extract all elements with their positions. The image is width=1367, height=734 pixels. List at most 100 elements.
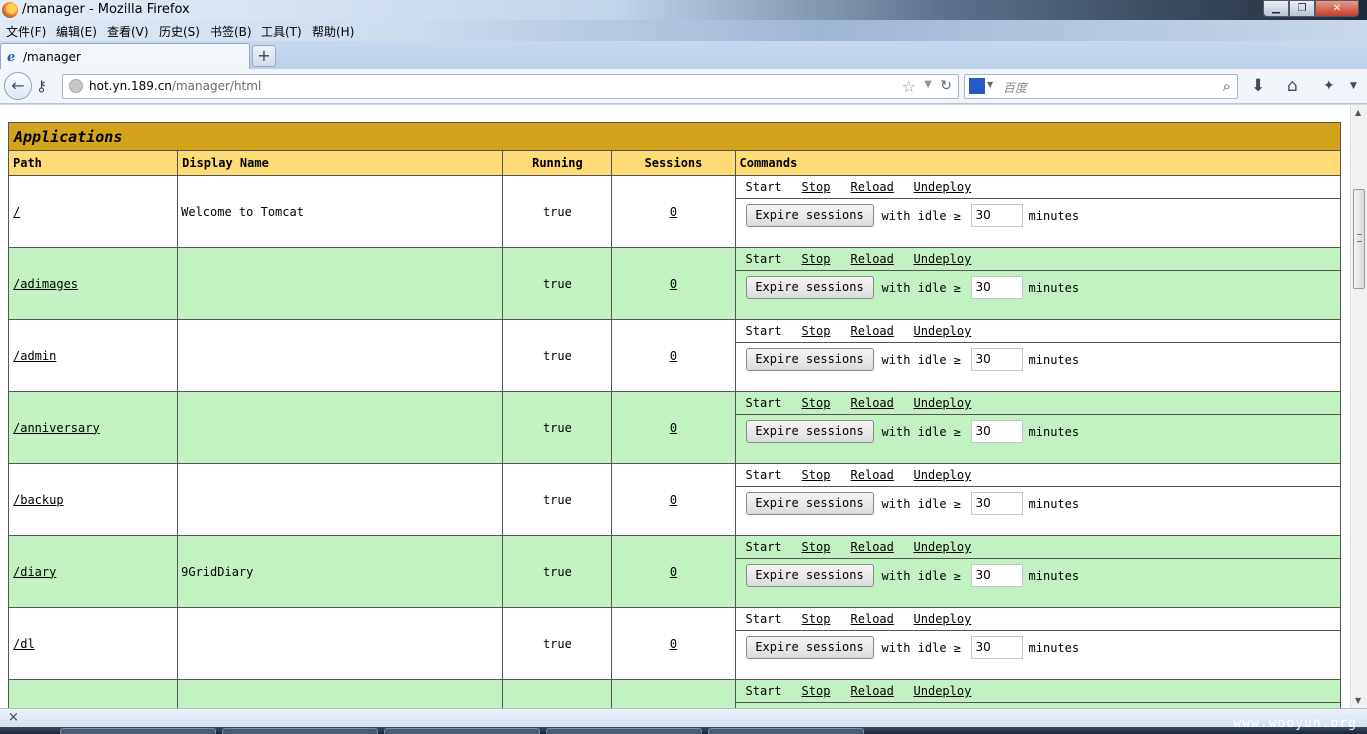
reload-link[interactable]: Reload bbox=[851, 684, 894, 698]
minimize-button[interactable]: ▁ bbox=[1263, 0, 1289, 17]
new-tab-button[interactable]: + bbox=[252, 45, 276, 67]
status-bar: × bbox=[0, 708, 1367, 727]
sessions-link[interactable]: 0 bbox=[670, 421, 677, 435]
applications-table: Applications Path Display Name Running S… bbox=[7, 122, 1342, 708]
sessions-link[interactable]: 0 bbox=[670, 565, 677, 579]
cell-sessions: 0 bbox=[611, 535, 736, 608]
sessions-link[interactable]: 0 bbox=[670, 349, 677, 363]
scroll-thumb[interactable] bbox=[1353, 189, 1365, 289]
undeploy-link[interactable]: Undeploy bbox=[914, 540, 972, 554]
reload-link[interactable]: Reload bbox=[851, 324, 894, 338]
taskbar-item[interactable] bbox=[546, 728, 702, 734]
stop-link[interactable]: Stop bbox=[802, 540, 831, 554]
reload-icon[interactable]: ↻ bbox=[940, 78, 952, 94]
search-bar[interactable]: 🐾 ▼ 百度 ⌕ bbox=[964, 74, 1238, 99]
site-identity-icon[interactable] bbox=[69, 79, 83, 93]
addon-icon[interactable]: ✦ bbox=[1323, 78, 1335, 94]
idle-minutes-input[interactable]: 30 bbox=[970, 636, 1023, 659]
undeploy-link[interactable]: Undeploy bbox=[914, 612, 972, 626]
expire-sessions-button[interactable]: Expire sessions bbox=[745, 348, 874, 371]
app-path-link[interactable]: /adimages bbox=[13, 277, 78, 291]
sessions-link[interactable]: 0 bbox=[670, 493, 677, 507]
app-path-link[interactable]: /backup bbox=[13, 493, 64, 507]
reload-link[interactable]: Reload bbox=[851, 540, 894, 554]
undeploy-link[interactable]: Undeploy bbox=[914, 180, 972, 194]
vertical-scrollbar[interactable]: ▲ ▼ bbox=[1350, 105, 1367, 708]
idle-minutes-input[interactable]: 30 bbox=[970, 420, 1023, 443]
taskbar-item[interactable] bbox=[222, 728, 378, 734]
scroll-up-icon[interactable]: ▲ bbox=[1355, 108, 1361, 117]
expire-sessions-button[interactable]: Expire sessions bbox=[745, 636, 874, 659]
application-rows: / Welcome to Tomcat true 0 Start Stop Reload Un… bbox=[7, 175, 1342, 708]
reload-link[interactable]: Reload bbox=[851, 252, 894, 266]
back-button[interactable]: ← bbox=[4, 72, 32, 100]
close-addon-bar-icon[interactable]: × bbox=[8, 710, 19, 725]
stop-link[interactable]: Stop bbox=[802, 252, 831, 266]
start-label: Start bbox=[745, 468, 782, 482]
menu-view[interactable]: 查看(V) bbox=[107, 23, 149, 40]
expire-sessions-button[interactable]: Expire sessions bbox=[745, 564, 874, 587]
menu-bookmarks[interactable]: 书签(B) bbox=[210, 23, 252, 40]
start-label: Start bbox=[745, 180, 782, 194]
taskbar-item[interactable] bbox=[708, 728, 864, 734]
taskbar-item[interactable] bbox=[384, 728, 540, 734]
app-path-link[interactable]: /dl bbox=[13, 637, 35, 651]
sessions-link[interactable]: 0 bbox=[670, 277, 677, 291]
reload-link[interactable]: Reload bbox=[851, 396, 894, 410]
idle-minutes-input[interactable]: 30 bbox=[970, 276, 1023, 299]
app-path-link[interactable]: /diary bbox=[13, 565, 56, 579]
window-titlebar: /manager - Mozilla Firefox ▁ ❐ ✕ bbox=[0, 0, 1367, 20]
menu-history[interactable]: 历史(S) bbox=[159, 23, 200, 40]
baidu-paw-icon[interactable]: 🐾 bbox=[969, 78, 985, 94]
taskbar-item[interactable] bbox=[60, 728, 216, 734]
sessions-link[interactable]: 0 bbox=[670, 637, 677, 651]
menu-tools[interactable]: 工具(T) bbox=[261, 23, 302, 40]
idle-minutes-input[interactable]: 30 bbox=[970, 348, 1023, 371]
stop-link[interactable]: Stop bbox=[802, 396, 831, 410]
stop-link[interactable]: Stop bbox=[802, 612, 831, 626]
expire-sessions-form: Expire sessions with idle ≥ 30 minutes bbox=[736, 343, 1340, 391]
menu-edit[interactable]: 编辑(E) bbox=[56, 23, 97, 40]
sessions-link[interactable]: 0 bbox=[670, 205, 677, 219]
url-text[interactable]: hot.yn.189.cn/manager/html bbox=[89, 79, 261, 93]
menu-help[interactable]: 帮助(H) bbox=[312, 23, 354, 40]
table-row: / Welcome to Tomcat true 0 Start Stop Reload Un… bbox=[7, 175, 1342, 248]
toolbar-menu-dropdown-icon[interactable]: ▼ bbox=[1350, 81, 1357, 91]
expire-sessions-button[interactable]: Expire sessions bbox=[745, 204, 874, 227]
undeploy-link[interactable]: Undeploy bbox=[914, 684, 972, 698]
app-path-link[interactable]: / bbox=[13, 205, 20, 219]
app-path-link[interactable]: /admin bbox=[13, 349, 56, 363]
expire-sessions-button[interactable]: Expire sessions bbox=[745, 276, 874, 299]
undeploy-link[interactable]: Undeploy bbox=[914, 324, 972, 338]
expire-sessions-button[interactable]: Expire sessions bbox=[745, 420, 874, 443]
stop-link[interactable]: Stop bbox=[802, 324, 831, 338]
menu-file[interactable]: 文件(F) bbox=[6, 23, 46, 40]
undeploy-link[interactable]: Undeploy bbox=[914, 468, 972, 482]
idle-minutes-input[interactable]: 30 bbox=[970, 564, 1023, 587]
download-icon[interactable]: ⬇ bbox=[1251, 76, 1265, 96]
undeploy-link[interactable]: Undeploy bbox=[914, 396, 972, 410]
minutes-label: minutes bbox=[1028, 641, 1080, 655]
bookmark-star-icon[interactable]: ☆ bbox=[902, 77, 916, 96]
maximize-button[interactable]: ❐ bbox=[1289, 0, 1315, 17]
search-engine-dropdown-icon[interactable]: ▼ bbox=[987, 80, 993, 89]
tab-manager[interactable]: ℯ /manager bbox=[0, 43, 250, 70]
idle-minutes-input[interactable]: 30 bbox=[970, 204, 1023, 227]
close-window-button[interactable]: ✕ bbox=[1315, 0, 1359, 17]
stop-link[interactable]: Stop bbox=[802, 180, 831, 194]
undeploy-link[interactable]: Undeploy bbox=[914, 252, 972, 266]
key-icon[interactable]: ⚷ bbox=[36, 77, 47, 95]
home-icon[interactable]: ⌂ bbox=[1287, 76, 1298, 96]
search-icon[interactable]: ⌕ bbox=[1223, 77, 1231, 95]
url-dropdown-icon[interactable]: ▼ bbox=[924, 79, 932, 90]
scroll-down-icon[interactable]: ▼ bbox=[1355, 696, 1361, 705]
idle-minutes-input[interactable]: 30 bbox=[970, 492, 1023, 515]
app-path-link[interactable]: /anniversary bbox=[13, 421, 100, 435]
stop-link[interactable]: Stop bbox=[802, 684, 831, 698]
stop-link[interactable]: Stop bbox=[802, 468, 831, 482]
reload-link[interactable]: Reload bbox=[851, 612, 894, 626]
url-bar[interactable]: hot.yn.189.cn/manager/html ☆ ▼ ↻ bbox=[62, 74, 959, 99]
reload-link[interactable]: Reload bbox=[851, 180, 894, 194]
reload-link[interactable]: Reload bbox=[851, 468, 894, 482]
expire-sessions-button[interactable]: Expire sessions bbox=[745, 492, 874, 515]
